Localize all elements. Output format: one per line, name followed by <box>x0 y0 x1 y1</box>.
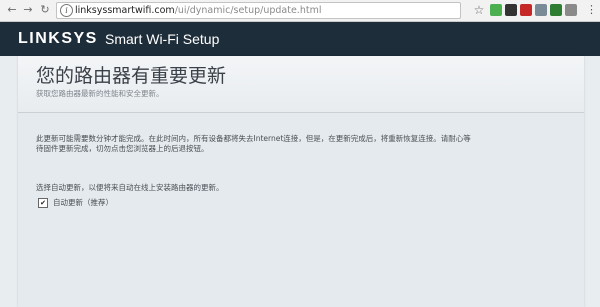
main-content: 您的路由器有重要更新 获取您路由器最新的性能和安全更新。 此更新可能需要数分钟才… <box>0 56 600 307</box>
update-description: 此更新可能需要数分钟才能完成。在此时间内，所有设备都将失去Internet连接，… <box>36 134 471 153</box>
back-arrow-icon[interactable]: ← <box>4 2 20 18</box>
extension-grey-icon[interactable] <box>535 4 547 16</box>
extension-gear-icon[interactable] <box>565 4 577 16</box>
page-subtitle: 获取您路由器最新的性能和安全更新。 <box>36 89 164 98</box>
auto-update-label[interactable]: 自动更新（推荐） <box>53 198 113 208</box>
extension-green-icon[interactable] <box>490 4 502 16</box>
reload-icon[interactable]: ↻ <box>37 2 53 18</box>
star-icon[interactable]: ☆ <box>472 2 486 18</box>
extension-dark-icon[interactable] <box>505 4 517 16</box>
extension-green-square-icon[interactable] <box>550 4 562 16</box>
update-panel: 您的路由器有重要更新 获取您路由器最新的性能和安全更新。 此更新可能需要数分钟才… <box>18 56 584 307</box>
address-bar-url: linksyssmartwifi.com/ui/dynamic/setup/up… <box>75 3 321 18</box>
browser-toolbar: ← → ↻ i linksyssmartwifi.com/ui/dynamic/… <box>0 0 600 22</box>
app-header: LINKSYS Smart Wi-Fi Setup <box>0 22 600 56</box>
app-title: Smart Wi-Fi Setup <box>105 31 220 47</box>
auto-update-description: 选择自动更新，以便将来自动在线上安装路由器的更新。 <box>36 183 224 192</box>
panel-heading: 您的路由器有重要更新 获取您路由器最新的性能和安全更新。 <box>18 56 584 113</box>
url-host: linksyssmartwifi.com <box>75 5 175 16</box>
menu-icon[interactable]: ⋮ <box>586 2 597 18</box>
page-info-icon[interactable]: i <box>60 4 73 17</box>
url-path: /ui/dynamic/setup/update.html <box>174 5 322 16</box>
page-title: 您的路由器有重要更新 <box>36 65 227 87</box>
forward-arrow-icon[interactable]: → <box>20 2 36 18</box>
extension-shield-icon[interactable] <box>520 4 532 16</box>
linksys-logo: LINKSYS <box>18 30 98 47</box>
address-bar[interactable]: i linksyssmartwifi.com/ui/dynamic/setup/… <box>56 2 461 19</box>
auto-update-checkbox[interactable]: ✔ <box>38 198 48 208</box>
